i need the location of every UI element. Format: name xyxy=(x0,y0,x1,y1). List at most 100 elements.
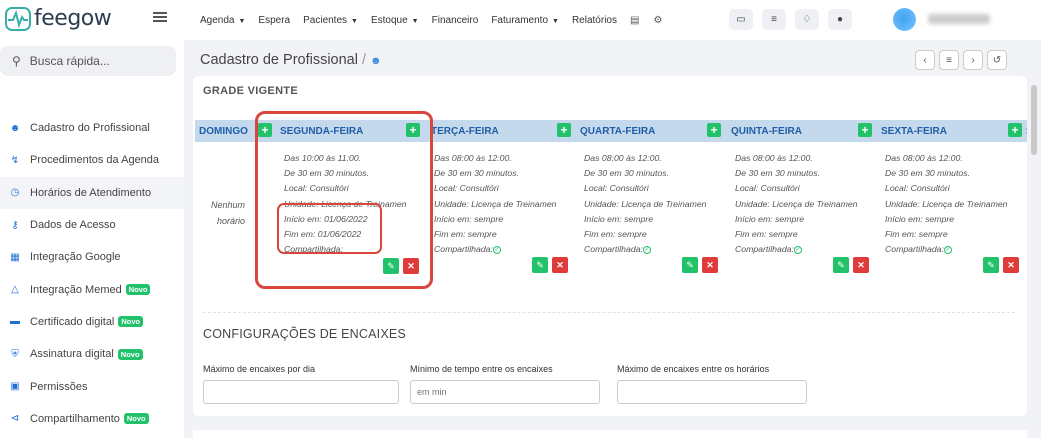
shared-label: Compartilhada: xyxy=(434,244,493,255)
sidebar-item-assinatura[interactable]: ⛨ Assinatura digital Novo xyxy=(0,338,184,370)
menu-espera[interactable]: Espera xyxy=(258,15,290,26)
shield-icon: ⛨ xyxy=(11,348,19,360)
max-encaixes-horarios-input[interactable] xyxy=(617,380,807,404)
brand-name: feegow xyxy=(34,6,112,31)
calendar-icon: ▦ xyxy=(10,251,20,263)
add-segunda-button[interactable]: + xyxy=(406,123,420,137)
close-icon[interactable]: ✕ xyxy=(403,258,419,274)
schedule-quinta: Das 08:00 às 12:00. De 30 em 30 minutos.… xyxy=(735,151,873,257)
shared-label: Compartilhada: xyxy=(735,244,794,255)
hamburger-menu-icon[interactable] xyxy=(153,10,167,24)
stethoscope-icon: ↯ xyxy=(10,154,20,166)
close-icon[interactable]: ✕ xyxy=(552,257,568,273)
menu-relatorios-label: Relatórios xyxy=(571,14,617,26)
chevron-right-icon[interactable]: › xyxy=(963,50,983,70)
search-input[interactable]: ⚲ Busca rápida... xyxy=(0,46,176,76)
max-encaixes-dia-input[interactable] xyxy=(203,380,399,404)
field-label-max-horarios: Máximo de encaixes entre os horários xyxy=(617,364,770,374)
new-badge: Novo xyxy=(123,413,149,425)
edit-icon[interactable]: ✎ xyxy=(983,257,999,273)
sidebar-item-google[interactable]: ▦ Integração Google xyxy=(0,241,184,273)
scrollbar[interactable] xyxy=(1031,85,1037,155)
day-domingo: DOMINGO xyxy=(199,125,248,137)
sidebar-item-dados-acesso[interactable]: ⚷ Dados de Acesso xyxy=(0,209,184,241)
menu-relatorios[interactable]: Relatórios xyxy=(572,15,617,26)
menu-pacientes[interactable]: Pacientes ▼ xyxy=(303,15,358,26)
day-quarta: QUARTA-FEIRA xyxy=(580,125,656,137)
user-name-blurred[interactable] xyxy=(928,14,990,24)
user-icon[interactable]: ☻ xyxy=(370,55,382,67)
sidebar-item-label: Assinatura digital xyxy=(30,348,114,361)
menu-faturamento[interactable]: Faturamento ▼ xyxy=(491,15,559,26)
check-circle-icon: ✓ xyxy=(793,245,802,254)
add-quarta-button[interactable]: + xyxy=(707,123,721,137)
brand-logo[interactable]: feegow xyxy=(5,6,112,31)
menu-financeiro[interactable]: Financeiro xyxy=(432,15,479,26)
menu-agenda-label: Agenda xyxy=(200,14,235,26)
gear-icon[interactable]: ⚙ xyxy=(653,15,662,26)
main-menu: Agenda ▼ Espera Pacientes ▼ Estoque ▼ Finan… xyxy=(200,0,676,40)
menu-agenda[interactable]: Agenda ▼ xyxy=(200,15,245,26)
database-icon[interactable]: ▤ xyxy=(630,15,639,26)
day-sabado: S xyxy=(1026,120,1027,142)
schedule-line: Unidade: Licença de Treinamen xyxy=(434,198,557,209)
schedule-segunda: Das 10:00 às 11:00. De 30 em 30 minutos.… xyxy=(284,151,419,257)
user-icon: ☻ xyxy=(9,122,21,134)
schedule-sexta: Das 08:00 às 12:00. De 30 em 30 minutos.… xyxy=(885,151,1023,257)
inbox-icon[interactable]: ▭ xyxy=(729,9,753,30)
sidebar-item-memed[interactable]: △ Integração Memed Novo xyxy=(0,273,184,305)
edit-icon[interactable]: ✎ xyxy=(682,257,698,273)
main-card: GRADE VIGENTE DOMINGO + SEGUNDA-FEIRA + … xyxy=(193,76,1027,416)
schedule-line: De 30 em 30 minutos. xyxy=(735,168,820,179)
menu-estoque[interactable]: Estoque ▼ xyxy=(371,15,419,26)
search-icon: ⚲ xyxy=(12,54,21,68)
chat-icon[interactable]: ● xyxy=(828,9,852,30)
avatar[interactable] xyxy=(893,8,916,31)
history-icon[interactable]: ↺ xyxy=(987,50,1007,70)
sidebar-item-compartilhamento[interactable]: ⊲ Compartilhamento Novo xyxy=(0,403,184,435)
caret-down-icon: ▼ xyxy=(238,17,246,25)
edit-icon[interactable]: ✎ xyxy=(532,257,548,273)
add-quinta-button[interactable]: + xyxy=(858,123,872,137)
sidebar-item-label: Integração Google xyxy=(30,251,121,264)
sidebar-item-horarios[interactable]: ◷ Horários de Atendimento xyxy=(0,176,184,209)
schedule-line: Unidade: Licença de Treinamen xyxy=(885,198,1008,209)
add-sexta-button[interactable]: + xyxy=(1008,123,1022,137)
shared-label: Compartilhada: xyxy=(885,244,944,255)
page-title-text: Cadastro de Profissional xyxy=(200,52,358,68)
tasks-list-icon[interactable]: ≡ xyxy=(762,9,786,30)
schedule-line: De 30 em 30 minutos. xyxy=(584,168,669,179)
list-icon[interactable]: ≡ xyxy=(939,50,959,70)
add-domingo-button[interactable]: + xyxy=(258,123,272,137)
encaixes-title: CONFIGURAÇÕES DE ENCAIXES xyxy=(203,327,406,341)
close-icon[interactable]: ✕ xyxy=(853,257,869,273)
schedule-line: Fim em: sempre xyxy=(584,229,647,240)
schedule-line: Local: Consultóri xyxy=(434,183,499,194)
new-badge: Novo xyxy=(117,348,143,360)
menu-faturamento-label: Faturamento xyxy=(491,14,549,26)
sidebar-item-procedimentos[interactable]: ↯ Procedimentos da Agenda xyxy=(0,144,184,176)
sidebar-item-certificado[interactable]: ▬ Certificado digital Novo xyxy=(0,306,184,338)
sidebar-item-permissoes[interactable]: ▣ Permissões xyxy=(0,370,184,402)
schedule-line: Compartilhada:✓ xyxy=(584,242,722,257)
schedule-line: Início em: sempre xyxy=(735,213,805,224)
chevron-left-icon[interactable]: ‹ xyxy=(915,50,935,70)
schedule-line: Das 08:00 às 12:00. xyxy=(735,153,813,163)
sidebar-item-label: Compartilhamento xyxy=(30,412,120,425)
bell-icon[interactable]: ♢ xyxy=(795,9,819,30)
close-icon[interactable]: ✕ xyxy=(702,257,718,273)
sidebar-item-cadastro[interactable]: ☻ Cadastro do Profissional xyxy=(0,112,184,144)
add-terca-button[interactable]: + xyxy=(557,123,571,137)
no-schedule-line: Nenhum xyxy=(211,200,246,210)
edit-icon[interactable]: ✎ xyxy=(833,257,849,273)
day-terca: TERÇA-FEIRA xyxy=(431,125,499,137)
day-sexta: SEXTA-FEIRA xyxy=(881,125,947,137)
min-tempo-encaixes-input[interactable]: em min xyxy=(410,380,600,404)
caret-down-icon: ▼ xyxy=(351,17,358,25)
edit-icon[interactable]: ✎ xyxy=(383,258,399,274)
close-icon[interactable]: ✕ xyxy=(1003,257,1019,273)
schedule-terca: Das 08:00 às 12:00. De 30 em 30 minutos.… xyxy=(434,151,572,257)
page-title: Cadastro de Profissional / ☻ xyxy=(200,52,382,68)
breadcrumb-separator: / xyxy=(361,52,367,68)
heartbeat-logo-icon xyxy=(5,6,31,31)
